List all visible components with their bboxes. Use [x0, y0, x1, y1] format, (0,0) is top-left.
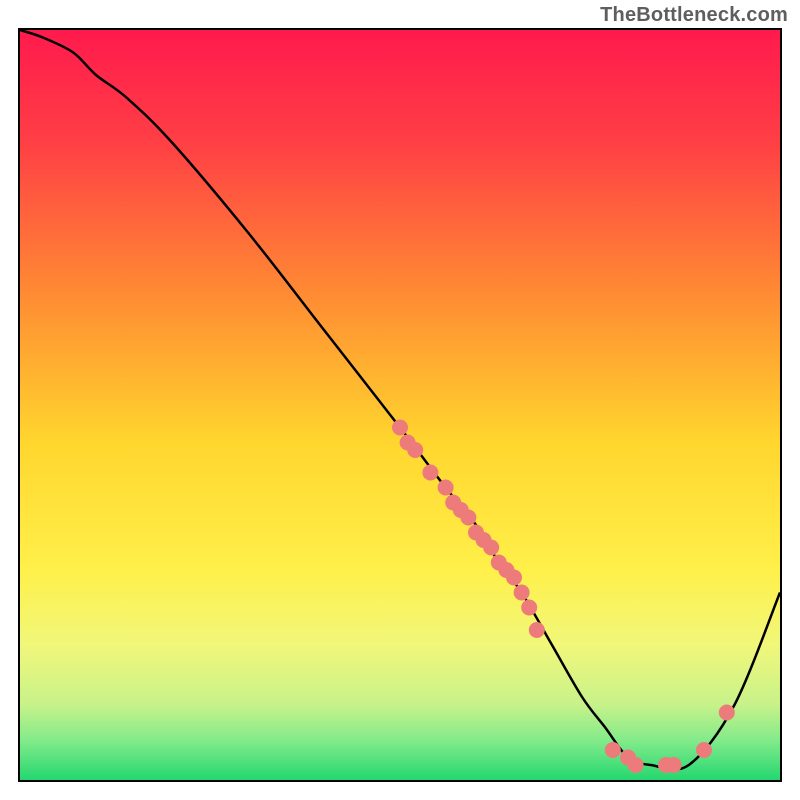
data-point	[506, 570, 522, 586]
data-point	[521, 600, 537, 616]
data-point	[666, 757, 682, 773]
data-point	[438, 480, 454, 496]
watermark-text: TheBottleneck.com	[600, 4, 788, 27]
data-point	[719, 705, 735, 721]
data-point	[407, 442, 423, 458]
data-point	[529, 622, 545, 638]
data-point	[514, 585, 530, 601]
data-point	[628, 757, 644, 773]
data-point	[483, 540, 499, 556]
data-point	[422, 465, 438, 481]
chart-svg	[20, 30, 780, 780]
plot-area	[18, 28, 782, 782]
gradient-background	[20, 30, 780, 780]
data-point	[460, 510, 476, 526]
data-point	[696, 742, 712, 758]
data-point	[392, 420, 408, 436]
data-point	[605, 742, 621, 758]
chart-container: TheBottleneck.com	[0, 0, 800, 800]
